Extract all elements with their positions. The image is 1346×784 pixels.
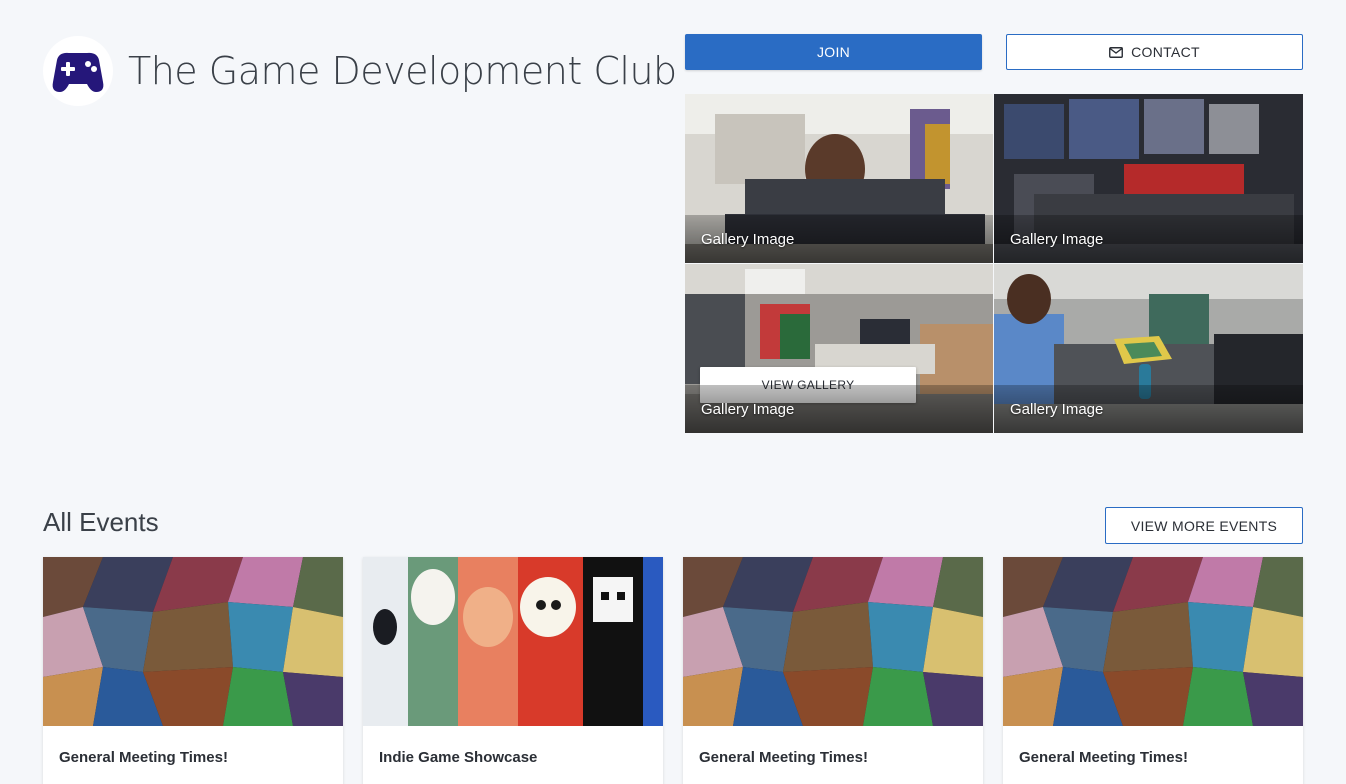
event-title: General Meeting Times! [699, 749, 868, 766]
gallery-tile[interactable]: Gallery Image [994, 264, 1303, 433]
event-title: General Meeting Times! [59, 749, 228, 766]
gallery-tile[interactable]: VIEW GALLERY Gallery Image [685, 264, 993, 433]
gallery-tile[interactable]: Gallery Image [994, 94, 1303, 263]
indie-characters-image [363, 557, 663, 726]
events-list: General Meeting Times! Indie Game Showca… [43, 557, 1303, 784]
event-title: Indie Game Showcase [379, 749, 538, 766]
game-collage-image [683, 557, 983, 726]
view-more-events-button[interactable]: VIEW MORE EVENTS [1105, 507, 1303, 544]
gallery-caption: Gallery Image [685, 385, 993, 433]
photo-gallery: Gallery Image Gallery Image Gallery Imag… [685, 94, 1303, 433]
gallery-caption: Gallery Image [994, 385, 1303, 433]
event-card[interactable]: General Meeting Times! [1003, 557, 1303, 784]
contact-label: CONTACT [1131, 44, 1200, 60]
avatar [43, 36, 113, 106]
events-heading: All Events [43, 507, 159, 537]
gallery-caption: Gallery Image [685, 215, 993, 263]
event-title: General Meeting Times! [1019, 749, 1188, 766]
event-card[interactable]: General Meeting Times! [683, 557, 983, 784]
contact-button[interactable]: CONTACT [1006, 34, 1303, 70]
club-header: The Game Development Club [43, 36, 677, 106]
event-card[interactable]: Indie Game Showcase [363, 557, 663, 784]
gamepad-icon [52, 52, 104, 92]
game-collage-image [43, 557, 343, 726]
event-card[interactable]: General Meeting Times! [43, 557, 343, 784]
game-collage-image [1003, 557, 1303, 726]
envelope-icon [1109, 46, 1124, 58]
join-button[interactable]: JOIN [685, 34, 982, 70]
gallery-caption: Gallery Image [994, 215, 1303, 263]
page-title: The Game Development Club [128, 49, 677, 93]
gallery-tile[interactable]: Gallery Image [685, 94, 993, 263]
